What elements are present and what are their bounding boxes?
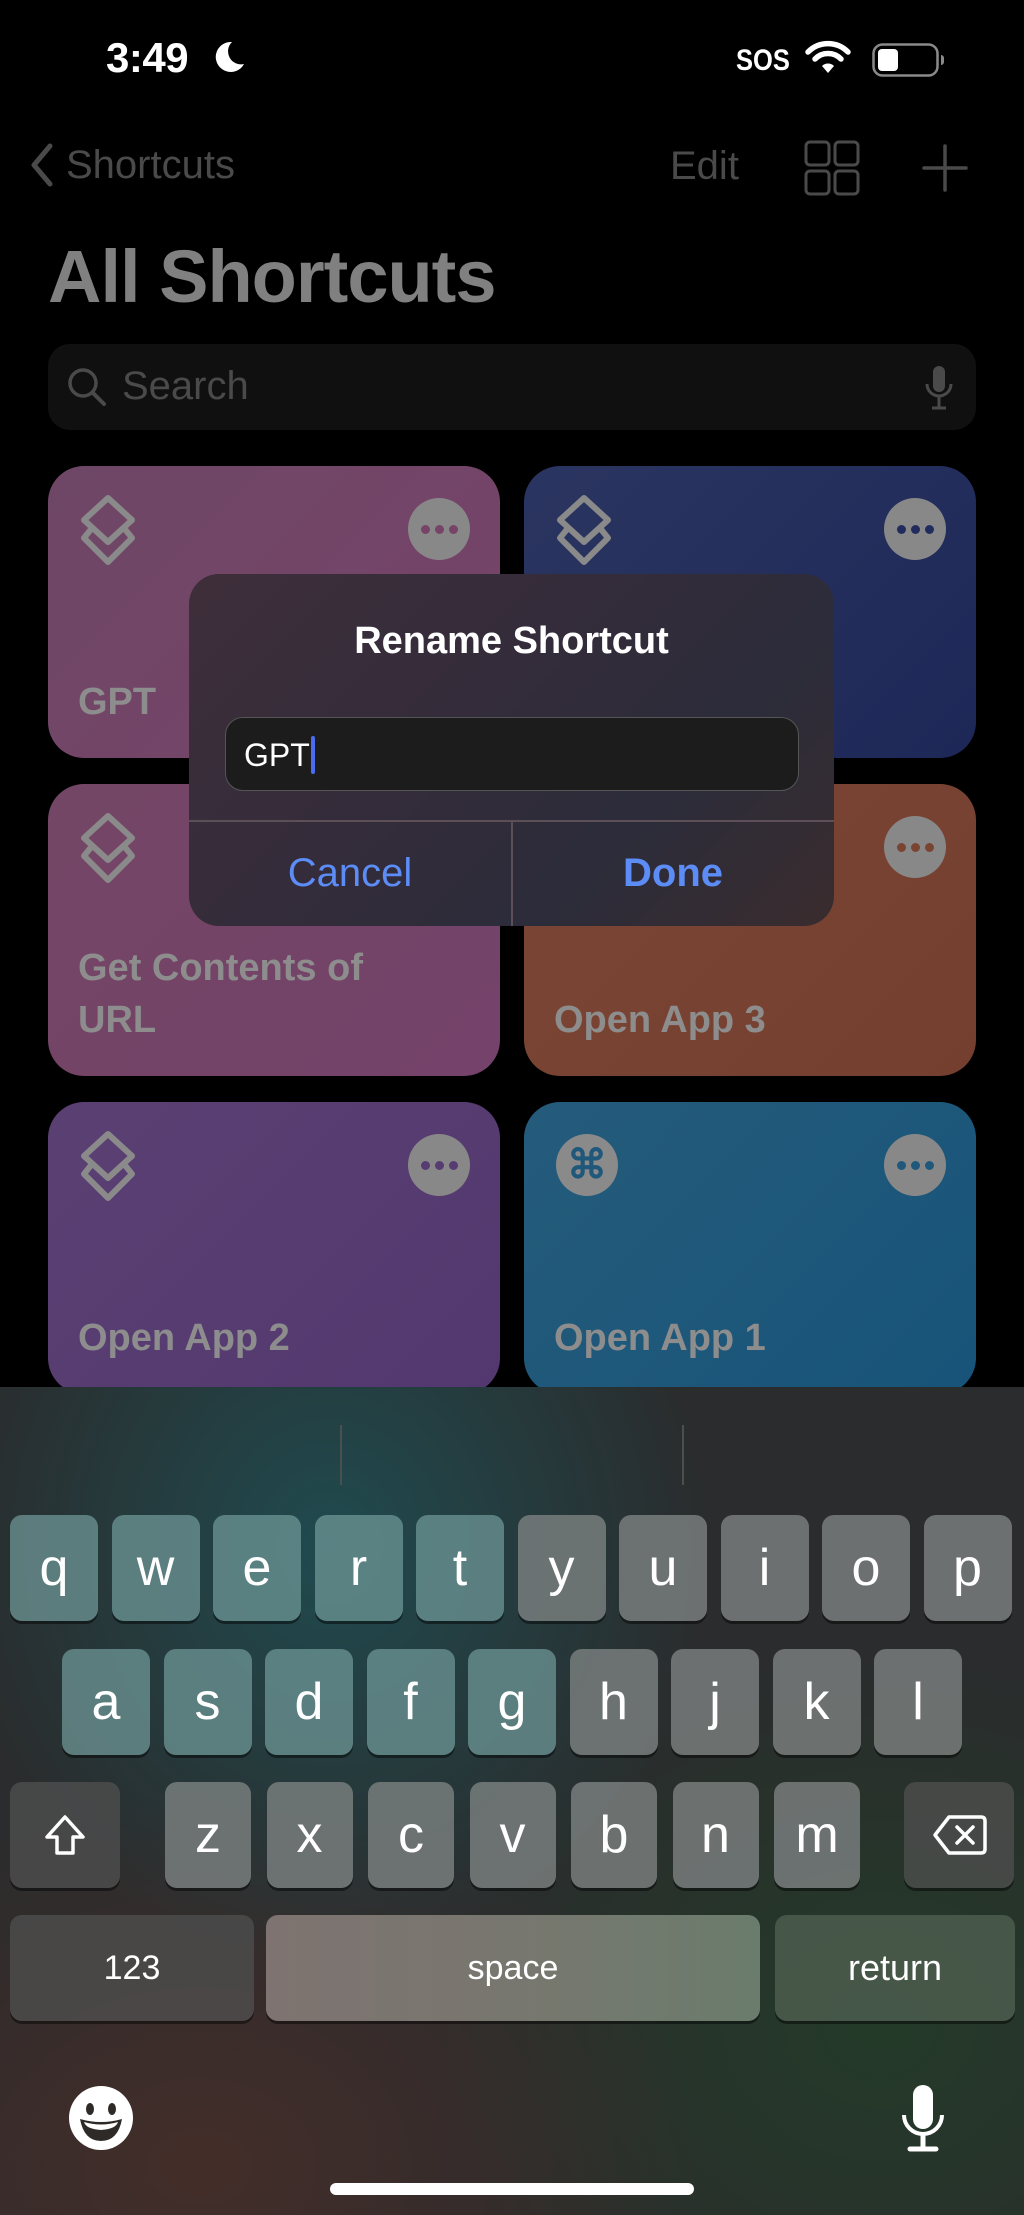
- status-bar: 3:49 SOS: [0, 0, 1024, 120]
- suggestion-divider: [682, 1425, 684, 1485]
- shift-icon: [45, 1815, 85, 1855]
- layers-icon: [81, 813, 135, 883]
- key-b[interactable]: b: [571, 1782, 657, 1888]
- back-label: Shortcuts: [66, 142, 235, 187]
- key-k[interactable]: k: [772, 1649, 861, 1755]
- shortcut-name: Open App 1: [554, 1317, 766, 1359]
- key-w[interactable]: w: [111, 1515, 200, 1621]
- key-j[interactable]: j: [671, 1649, 759, 1755]
- text-caret: [310, 736, 315, 774]
- delete-icon: [933, 1815, 987, 1855]
- key-e[interactable]: e: [213, 1515, 301, 1621]
- more-button[interactable]: [884, 1134, 946, 1196]
- dot: [420, 524, 430, 534]
- shortcut-card[interactable]: Open App 2: [48, 1102, 500, 1394]
- dot: [924, 842, 934, 852]
- dot: [448, 524, 458, 534]
- shortcut-name: Get Contents of URL: [78, 947, 363, 1041]
- layers-icon: [81, 495, 135, 565]
- page-title: All Shortcuts: [48, 235, 496, 318]
- more-button[interactable]: [408, 498, 470, 560]
- moon-icon: [215, 41, 244, 72]
- key-y[interactable]: y: [517, 1515, 606, 1621]
- dialog-title: Rename Shortcut: [354, 620, 669, 662]
- key-q[interactable]: q: [10, 1515, 98, 1621]
- done-button[interactable]: Done: [512, 821, 834, 926]
- shortcut-name: GPT: [78, 681, 157, 723]
- key-u[interactable]: u: [619, 1515, 707, 1621]
- carrier-sos: SOS: [736, 44, 790, 77]
- grid-icon[interactable]: [804, 140, 860, 196]
- more-button[interactable]: [884, 498, 946, 560]
- home-indicator[interactable]: [330, 2183, 694, 2195]
- dot: [896, 1160, 906, 1170]
- dot: [924, 1160, 934, 1170]
- shift-key[interactable]: [10, 1782, 120, 1888]
- more-button[interactable]: [408, 1134, 470, 1196]
- dot: [910, 524, 920, 534]
- key-v[interactable]: v: [469, 1782, 556, 1888]
- key-t[interactable]: t: [416, 1515, 504, 1621]
- emoji-icon[interactable]: [68, 2085, 134, 2151]
- chevron-left-icon: [31, 143, 53, 187]
- dot: [910, 1160, 920, 1170]
- search-placeholder: Search: [122, 364, 249, 408]
- dot: [896, 524, 906, 534]
- key-z[interactable]: z: [165, 1782, 251, 1888]
- key-x[interactable]: x: [266, 1782, 353, 1888]
- key-l[interactable]: l: [874, 1649, 962, 1755]
- dot: [910, 842, 920, 852]
- status-time: 3:49: [106, 34, 189, 81]
- search-field[interactable]: Search: [48, 344, 976, 430]
- shortcut-name-input[interactable]: GPT: [225, 717, 799, 791]
- key-p[interactable]: p: [923, 1515, 1012, 1621]
- key-c[interactable]: c: [368, 1782, 454, 1888]
- wifi-icon: [805, 40, 851, 73]
- key-h[interactable]: h: [569, 1649, 658, 1755]
- key-a[interactable]: a: [62, 1649, 150, 1755]
- edit-button[interactable]: Edit: [670, 144, 739, 189]
- search-icon: [68, 368, 106, 406]
- shortcut-card[interactable]: ⌘ Open App 1: [524, 1102, 976, 1394]
- key-r[interactable]: r: [314, 1515, 403, 1621]
- shortcut-name: Open App 3: [554, 999, 766, 1041]
- plus-icon[interactable]: [922, 142, 968, 194]
- numbers-key[interactable]: 123: [10, 1915, 254, 2021]
- nav-bar: Shortcuts Edit: [0, 130, 1024, 200]
- input-value: GPT: [244, 737, 310, 773]
- key-g[interactable]: g: [468, 1649, 556, 1755]
- command-icon: ⌘: [556, 1134, 618, 1196]
- microphone-icon[interactable]: [924, 364, 954, 412]
- layers-icon: [81, 1131, 135, 1201]
- key-i[interactable]: i: [720, 1515, 809, 1621]
- key-f[interactable]: f: [366, 1649, 455, 1755]
- return-key[interactable]: return: [775, 1915, 1015, 2021]
- dot: [896, 842, 906, 852]
- suggestion-divider: [340, 1425, 342, 1485]
- key-s[interactable]: s: [163, 1649, 252, 1755]
- rename-dialog: Rename Shortcut GPT Cancel Done: [189, 574, 834, 926]
- space-key[interactable]: space: [266, 1915, 760, 2021]
- dictation-microphone-icon[interactable]: [900, 2083, 946, 2155]
- dot: [434, 1160, 444, 1170]
- dot: [434, 524, 444, 534]
- key-o[interactable]: o: [822, 1515, 910, 1621]
- key-d[interactable]: d: [265, 1649, 353, 1755]
- key-m[interactable]: m: [774, 1782, 860, 1888]
- shortcut-name: Open App 2: [78, 1317, 290, 1359]
- key-n[interactable]: n: [672, 1782, 759, 1888]
- dot: [448, 1160, 458, 1170]
- battery-icon: [872, 43, 944, 77]
- back-button[interactable]: Shortcuts: [28, 142, 235, 188]
- delete-key[interactable]: [904, 1782, 1014, 1888]
- more-button[interactable]: [884, 816, 946, 878]
- dot: [924, 524, 934, 534]
- cancel-button[interactable]: Cancel: [189, 821, 511, 926]
- layers-icon: [557, 495, 611, 565]
- dot: [420, 1160, 430, 1170]
